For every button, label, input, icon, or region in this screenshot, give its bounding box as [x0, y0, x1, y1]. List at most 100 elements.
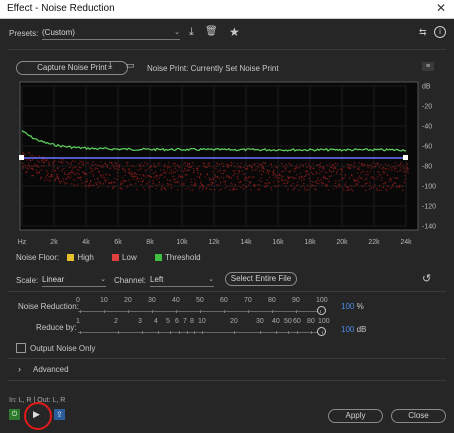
noise-sample — [398, 185, 400, 187]
noise-sample — [313, 168, 315, 170]
noise-sample — [244, 163, 247, 165]
noise-sample — [185, 179, 187, 181]
noise-sample — [384, 182, 386, 184]
noise-reduction-value[interactable]: 100 % — [341, 302, 364, 311]
noise-sample — [340, 173, 342, 175]
noise-sample — [281, 179, 283, 181]
chevron-down-icon: ⌄ — [174, 29, 180, 36]
noise-sample — [212, 171, 214, 173]
folder-icon[interactable]: ▭ — [126, 60, 135, 71]
noise-sample — [300, 163, 302, 166]
reduce-by-slider[interactable]: 1 2 3 4 5 6 7 8 10 20 30 40 50 60 80 100 — [76, 318, 330, 336]
noise-sample — [314, 173, 316, 176]
noise-sample — [92, 173, 94, 175]
noise-sample — [76, 172, 78, 174]
noise-sample — [200, 182, 202, 184]
noise-sample — [67, 176, 69, 178]
routing-icon[interactable]: ⇆ — [419, 27, 427, 38]
noise-reduction-slider[interactable]: 0 10 20 30 40 50 60 70 80 90 100 — [76, 297, 328, 315]
noise-sample — [277, 180, 279, 182]
noise-sample — [400, 162, 402, 164]
noise-sample — [282, 182, 284, 184]
slider-tick-label: 7 — [183, 318, 187, 325]
loop-icon[interactable]: ⇪ — [54, 409, 65, 420]
info-icon[interactable]: i — [434, 26, 446, 38]
noise-sample — [302, 165, 304, 167]
reduce-by-value[interactable]: 100 dB — [341, 325, 366, 334]
noise-sample — [347, 186, 349, 188]
delete-preset-icon[interactable]: 🗑 — [205, 26, 218, 37]
apply-button[interactable]: Apply — [328, 409, 383, 423]
noise-sample — [28, 167, 31, 169]
x-tick-label: 10k — [176, 239, 188, 246]
advanced-toggle[interactable]: Advanced — [33, 365, 69, 374]
noise-sample — [352, 185, 355, 187]
noise-graph[interactable]: dB -20 -40 -60 -80 -100 -120 -140 Hz 2k 4k 6k 8k 10k… — [14, 80, 442, 250]
noise-sample — [156, 178, 158, 180]
noise-sample — [130, 184, 132, 186]
close-window-icon[interactable]: ✕ — [436, 1, 446, 15]
slider-thumb[interactable] — [317, 306, 326, 315]
noise-sample — [342, 187, 344, 189]
noise-sample — [158, 164, 160, 166]
noise-sample — [127, 185, 129, 187]
noise-sample — [350, 167, 352, 169]
noise-sample — [371, 167, 373, 169]
noise-sample — [91, 170, 93, 172]
noise-sample — [318, 180, 320, 182]
save-preset-icon[interactable]: ⤓ — [189, 26, 194, 39]
power-toggle-icon[interactable]: ⏻ — [9, 409, 20, 420]
noise-sample — [27, 165, 29, 167]
noise-sample — [396, 171, 399, 173]
noise-sample — [288, 163, 291, 165]
scale-select[interactable]: Linear ⌄ — [42, 275, 106, 287]
menu-icon[interactable]: ≡ — [422, 62, 434, 71]
noise-sample — [144, 162, 146, 164]
play-icon[interactable]: ▶ — [33, 409, 40, 420]
chevron-down-icon: ⌄ — [208, 276, 214, 283]
noise-sample — [102, 166, 104, 168]
noise-sample — [77, 177, 79, 179]
noise-sample — [302, 185, 304, 187]
noise-sample — [238, 182, 240, 184]
reset-icon[interactable]: ↺ — [422, 272, 431, 285]
select-entire-file-button[interactable]: Select Entire File — [225, 272, 297, 286]
download-icon[interactable]: ⤓ — [108, 60, 112, 71]
noise-sample — [202, 188, 204, 190]
noise-sample — [204, 165, 206, 167]
output-noise-only-checkbox[interactable] — [16, 343, 26, 353]
noise-sample — [32, 167, 34, 169]
noise-sample — [71, 183, 73, 185]
noise-sample — [285, 163, 287, 165]
noise-sample — [403, 171, 405, 173]
noise-sample — [22, 151, 24, 154]
noise-sample — [328, 168, 331, 171]
noise-sample — [368, 165, 370, 167]
noise-sample — [316, 182, 318, 184]
noise-sample — [82, 171, 84, 173]
noise-sample — [136, 178, 138, 180]
favorite-star-icon[interactable]: ★ — [229, 25, 240, 39]
noise-sample — [361, 185, 363, 187]
noise-sample — [281, 177, 283, 180]
noise-sample — [253, 176, 255, 178]
presets-select[interactable]: (Custom) ⌄ — [42, 28, 180, 40]
noise-sample — [312, 185, 315, 187]
noise-sample — [288, 176, 291, 178]
chevron-right-icon[interactable]: › — [18, 364, 21, 374]
noise-sample — [88, 182, 91, 185]
x-tick-label: 20k — [336, 239, 348, 246]
noise-sample — [240, 162, 242, 164]
curve-handle-right[interactable] — [403, 155, 408, 160]
noise-sample — [278, 181, 280, 183]
noise-sample — [142, 187, 145, 189]
noise-sample — [336, 173, 338, 175]
close-button[interactable]: Close — [391, 409, 446, 423]
curve-handle-left[interactable] — [19, 155, 24, 160]
noise-sample — [350, 185, 352, 187]
noise-sample — [338, 183, 340, 185]
noise-sample — [366, 182, 368, 184]
noise-sample — [204, 163, 206, 165]
noise-sample — [206, 166, 209, 168]
channel-select[interactable]: Left ⌄ — [150, 275, 214, 287]
